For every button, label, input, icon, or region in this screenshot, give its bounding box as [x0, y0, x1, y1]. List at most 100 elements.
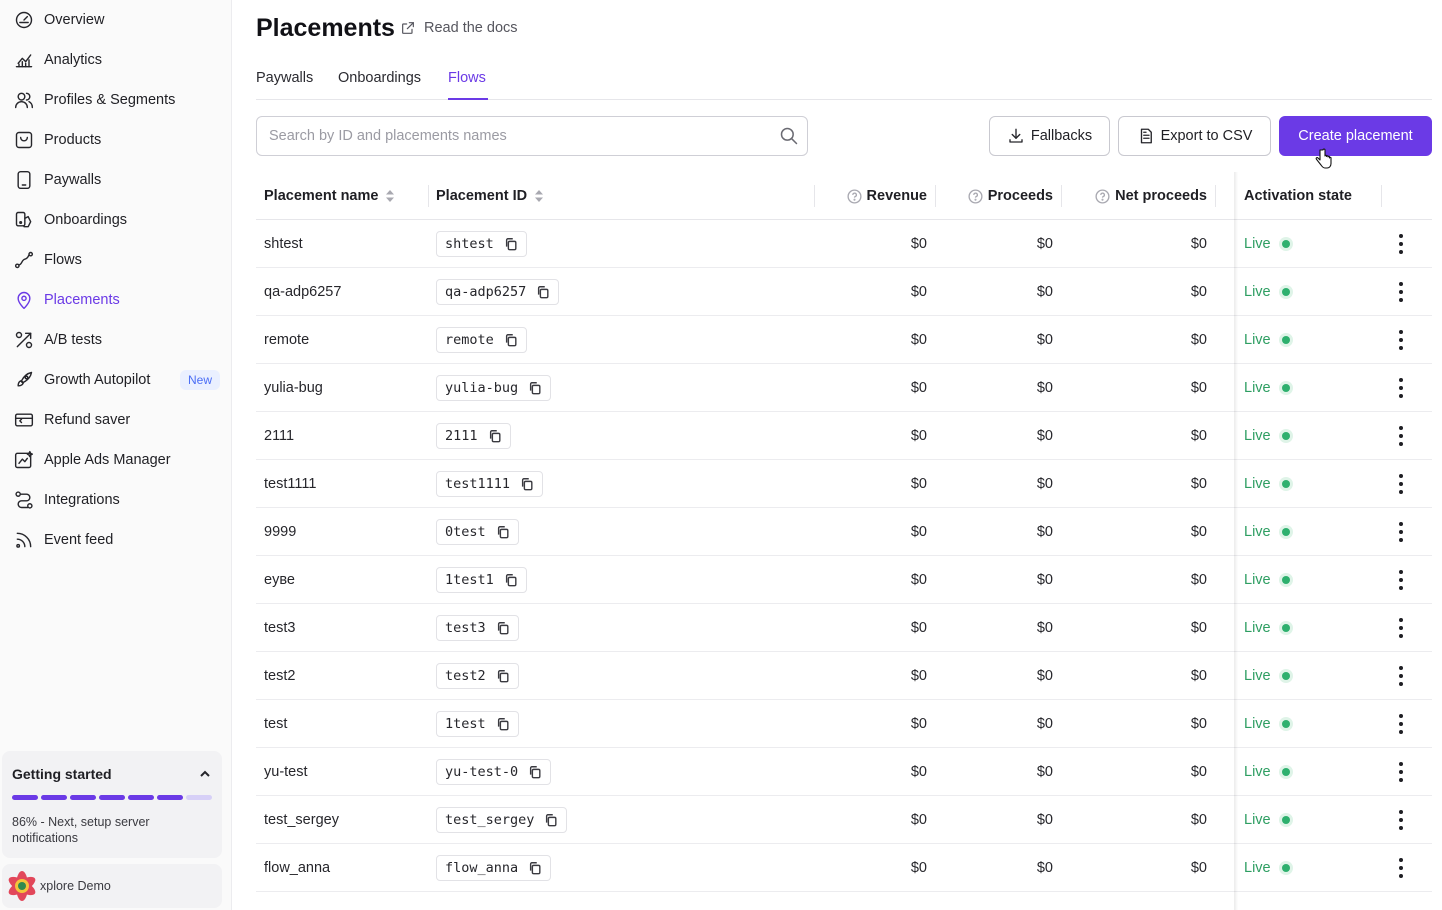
net-proceeds-cell: $0: [1190, 332, 1207, 348]
table-row[interactable]: test_sergey test_sergey $0 $0 $0 Live: [256, 796, 1432, 844]
live-status-dot: [1281, 720, 1290, 728]
progress-segment: [12, 795, 38, 800]
sidebar-item-analytics[interactable]: Analytics: [0, 40, 232, 80]
sidebar-item-placements[interactable]: Placements: [0, 280, 232, 320]
placement-name-cell: remote: [264, 332, 310, 348]
column-label: Proceeds: [987, 188, 1053, 204]
sidebar-item-ab-tests[interactable]: A/B tests: [0, 320, 232, 360]
table-row[interactable]: remote remote $0 $0 $0 Live: [256, 316, 1432, 364]
sidebar-item-apple-ads-manager[interactable]: Apple Ads Manager: [0, 440, 232, 480]
table-row[interactable]: shtest shtest $0 $0 $0 Live: [256, 220, 1432, 268]
more-options-icon[interactable]: [1393, 664, 1409, 688]
search-icon[interactable]: [779, 126, 799, 146]
copy-icon[interactable]: [488, 429, 502, 443]
search-input[interactable]: [269, 126, 769, 146]
tab-onboardings[interactable]: Onboardings: [338, 70, 424, 100]
hand-cursor-icon: [1314, 148, 1332, 170]
copy-icon[interactable]: [496, 669, 510, 683]
sort-icon[interactable]: [386, 190, 395, 202]
sidebar-item-growth-autopilot[interactable]: Growth Autopilot New: [0, 360, 232, 400]
more-options-icon[interactable]: [1393, 328, 1409, 352]
sidebar-item-event-feed[interactable]: Event feed: [0, 520, 232, 560]
copy-icon[interactable]: [496, 525, 510, 539]
sidebar-item-refund-saver[interactable]: Refund saver: [0, 400, 232, 440]
more-options-icon[interactable]: [1393, 472, 1409, 496]
export-csv-button[interactable]: Export to CSV: [1118, 116, 1271, 156]
table-row[interactable]: 9999 0test $0 $0 $0 Live: [256, 508, 1432, 556]
chart-icon: [14, 50, 34, 70]
revenue-cell: $0: [910, 860, 927, 876]
net-proceeds-cell: $0: [1190, 284, 1207, 300]
table-row[interactable]: qa-adp6257 qa-adp6257 $0 $0 $0 Live: [256, 268, 1432, 316]
copy-icon[interactable]: [496, 717, 510, 731]
column-header-name[interactable]: Placement name: [264, 172, 395, 220]
copy-icon[interactable]: [520, 477, 534, 491]
more-options-icon[interactable]: [1393, 808, 1409, 832]
table-row[interactable]: test3 test3 $0 $0 $0 Live: [256, 604, 1432, 652]
more-options-icon[interactable]: [1393, 712, 1409, 736]
help-icon[interactable]: [847, 188, 862, 204]
more-options-icon[interactable]: [1393, 232, 1409, 256]
more-options-icon[interactable]: [1393, 616, 1409, 640]
copy-icon[interactable]: [544, 813, 558, 827]
sidebar-item-onboardings[interactable]: Onboardings: [0, 200, 232, 240]
copy-icon[interactable]: [504, 237, 518, 251]
revenue-cell: $0: [910, 716, 927, 732]
live-status-dot: [1281, 384, 1290, 392]
placement-id-chip: test2: [436, 663, 519, 689]
copy-icon[interactable]: [536, 285, 550, 299]
chevron-up-icon[interactable]: [198, 767, 212, 781]
more-options-icon[interactable]: [1393, 856, 1409, 880]
placement-id-value: test_sergey: [445, 812, 535, 828]
table-row[interactable]: test2 test2 $0 $0 $0 Live: [256, 652, 1432, 700]
explore-demo-button[interactable]: xplore Demo: [2, 864, 222, 908]
read-docs-link[interactable]: Read the docs: [400, 20, 518, 36]
table-row[interactable]: flow_anna flow_anna $0 $0 $0 Live: [256, 844, 1432, 892]
sidebar-item-flows[interactable]: Flows: [0, 240, 232, 280]
table-row[interactable]: test 1test $0 $0 $0 Live: [256, 700, 1432, 748]
sidebar-item-integrations[interactable]: Integrations: [0, 480, 232, 520]
more-options-icon[interactable]: [1393, 760, 1409, 784]
activation-state-cell: Live: [1244, 652, 1290, 700]
more-options-icon[interactable]: [1393, 280, 1409, 304]
create-placement-button[interactable]: Create placement: [1279, 116, 1432, 156]
sidebar-item-overview[interactable]: Overview: [0, 0, 232, 40]
net-proceeds-cell: $0: [1190, 860, 1207, 876]
copy-icon[interactable]: [528, 765, 542, 779]
sidebar-item-paywalls[interactable]: Paywalls: [0, 160, 232, 200]
more-options-icon[interactable]: [1393, 424, 1409, 448]
tab-flows[interactable]: Flows: [448, 70, 488, 100]
placements-table: Placement name Placement ID Revenue Proc…: [256, 172, 1432, 892]
table-row[interactable]: yulia-bug yulia-bug $0 $0 $0 Live: [256, 364, 1432, 412]
more-options-icon[interactable]: [1393, 568, 1409, 592]
net-proceeds-cell: $0: [1190, 236, 1207, 252]
copy-icon[interactable]: [528, 381, 542, 395]
getting-started-title: Getting started: [12, 766, 112, 782]
more-options-icon[interactable]: [1393, 520, 1409, 544]
copy-icon[interactable]: [504, 333, 518, 347]
table-row[interactable]: 2111 2111 $0 $0 $0 Live: [256, 412, 1432, 460]
live-status-dot: [1281, 768, 1290, 776]
column-header-id[interactable]: Placement ID: [436, 172, 544, 220]
fallbacks-button[interactable]: Fallbacks: [989, 116, 1110, 156]
export-label: Export to CSV: [1160, 128, 1253, 144]
tab-paywalls[interactable]: Paywalls: [256, 70, 314, 100]
copy-icon[interactable]: [528, 861, 542, 875]
table-row[interactable]: eyве 1test1 $0 $0 $0 Live: [256, 556, 1432, 604]
copy-icon[interactable]: [504, 573, 518, 587]
help-icon[interactable]: [1095, 188, 1110, 204]
more-options-icon[interactable]: [1393, 376, 1409, 400]
table-row[interactable]: test1111 test1111 $0 $0 $0 Live: [256, 460, 1432, 508]
live-status-dot: [1281, 336, 1290, 344]
table-row[interactable]: yu-test yu-test-0 $0 $0 $0 Live: [256, 748, 1432, 796]
sidebar-item-label: Flows: [44, 252, 82, 268]
placement-id-chip: 1test1: [436, 567, 527, 593]
pin-icon: [14, 290, 34, 310]
sidebar: Overview Analytics Profiles & Segments P…: [0, 0, 232, 910]
getting-started-card[interactable]: Getting started 86% - Next, setup server…: [2, 751, 222, 858]
sort-icon[interactable]: [535, 190, 544, 202]
sidebar-item-products[interactable]: Products: [0, 120, 232, 160]
sidebar-item-profiles-segments[interactable]: Profiles & Segments: [0, 80, 232, 120]
copy-icon[interactable]: [496, 621, 510, 635]
help-icon[interactable]: [968, 188, 983, 204]
